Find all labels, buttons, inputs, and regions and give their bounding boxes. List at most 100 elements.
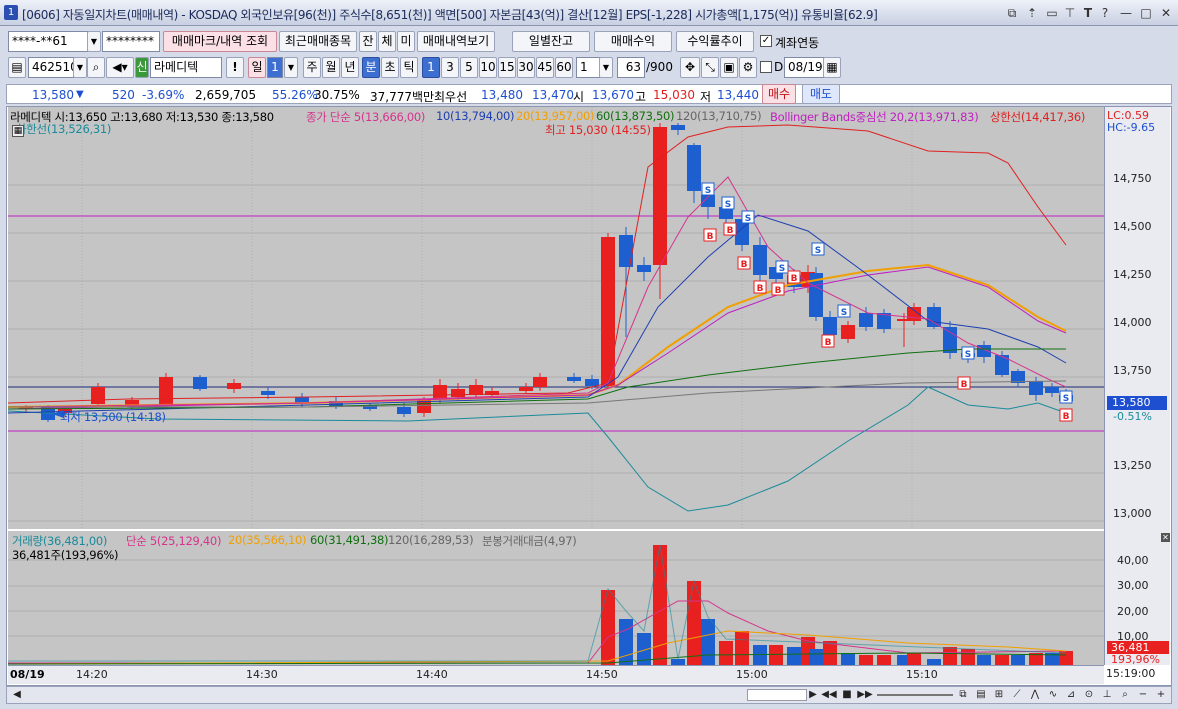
bid-price: 13,470 bbox=[532, 88, 574, 102]
balance-button[interactable]: 잔 bbox=[359, 31, 377, 52]
sell-button[interactable]: 매도 bbox=[802, 84, 840, 104]
date-d-label: D bbox=[774, 60, 784, 74]
y-label-14750: 14,750 bbox=[1113, 172, 1152, 185]
fib-icon[interactable]: ⋀ bbox=[1027, 687, 1043, 703]
period-weekly-button[interactable]: 주 bbox=[303, 57, 321, 78]
window-split-icon[interactable]: ▤ bbox=[973, 687, 989, 703]
period-tick-button[interactable]: 틱 bbox=[400, 57, 418, 78]
trade-history-button[interactable]: 매매내역보기 bbox=[417, 31, 495, 52]
chart-menu-icon[interactable]: ▤ bbox=[8, 57, 26, 78]
legend-bollinger: Bollinger Bands중심선 20,2(13,971,83) bbox=[770, 110, 979, 124]
period-yearly-button[interactable]: 년 bbox=[341, 57, 359, 78]
trade-mark-button[interactable]: 매매마크/내역 조회 bbox=[163, 31, 277, 52]
scale-icon[interactable]: ⊥ bbox=[1099, 687, 1115, 703]
save-icon[interactable]: ▣ bbox=[720, 57, 738, 78]
interval-10-button[interactable]: 10 bbox=[479, 57, 497, 78]
font-icon[interactable]: T bbox=[1080, 5, 1096, 21]
scroll-left-icon[interactable]: ◀ bbox=[9, 687, 25, 703]
legend-ma120: 120(13,710,75) bbox=[676, 109, 762, 123]
rewind-icon[interactable]: ◀◀ bbox=[821, 687, 837, 703]
price-plot[interactable]: SSSSSSSSBBBBBBBBB 라메디텍 시:13,650 고:13,680… bbox=[7, 107, 1104, 529]
buy-button[interactable]: 매수 bbox=[762, 84, 796, 104]
trend-line-icon[interactable]: ⟋ bbox=[1009, 687, 1025, 703]
account-link-checkbox[interactable]: ✓ bbox=[760, 35, 772, 47]
stop-icon[interactable]: ■ bbox=[839, 687, 855, 703]
alert-button[interactable]: ! bbox=[226, 57, 244, 78]
period-monthly-button[interactable]: 월 bbox=[322, 57, 340, 78]
date-input[interactable]: 08/19 bbox=[784, 57, 824, 78]
interval-30-button[interactable]: 30 bbox=[517, 57, 535, 78]
gear-icon[interactable]: ⚙ bbox=[739, 57, 757, 78]
zoom-slider[interactable] bbox=[877, 694, 953, 696]
crosshair-icon[interactable]: ✥ bbox=[680, 57, 700, 78]
turnover-rate: 30.75% bbox=[314, 88, 360, 102]
interval-count-input[interactable]: 1 bbox=[576, 57, 600, 78]
magnify-icon[interactable]: ⌕ bbox=[1117, 687, 1133, 703]
interval-5-button[interactable]: 5 bbox=[460, 57, 478, 78]
calendar-icon[interactable]: ▦ bbox=[823, 57, 841, 78]
bar-count-input[interactable]: 63 bbox=[617, 57, 645, 78]
trade-profit-button[interactable]: 매매수익 bbox=[594, 31, 672, 52]
grid-table-icon[interactable]: ▦ bbox=[12, 125, 24, 137]
scroll-thumb[interactable] bbox=[747, 689, 807, 701]
interval-60-button[interactable]: 60 bbox=[555, 57, 573, 78]
window-icon[interactable]: ▭ bbox=[1044, 5, 1060, 21]
candle-down bbox=[637, 265, 651, 272]
wave-icon[interactable]: ∿ bbox=[1045, 687, 1061, 703]
push-pin-icon[interactable]: ⊤ bbox=[1062, 5, 1078, 21]
zoom-out-icon[interactable]: − bbox=[1135, 687, 1151, 703]
fast-forward-icon[interactable]: ▶▶ bbox=[857, 687, 873, 703]
account-input[interactable]: ****-**61 bbox=[8, 31, 88, 52]
layout-icon[interactable]: ⧉ bbox=[955, 687, 971, 703]
close-icon[interactable]: ✕ bbox=[1158, 5, 1174, 21]
daily-count-input[interactable]: 1 bbox=[267, 57, 283, 78]
legend-upper-band: 상한선(14,417,36) bbox=[990, 110, 1086, 124]
recent-trades-button[interactable]: 최근매매종목 bbox=[279, 31, 357, 52]
vol-y-label-30: 30,00 bbox=[1117, 579, 1149, 592]
stock-code-input[interactable]: 462510 bbox=[28, 57, 74, 78]
help-icon[interactable]: ? bbox=[1097, 5, 1113, 21]
code-dropdown-icon[interactable]: ▼ bbox=[73, 57, 87, 78]
candle-down bbox=[943, 327, 957, 353]
interval-45-button[interactable]: 45 bbox=[536, 57, 554, 78]
vol-legend-amount: 분봉거래대금(4,97) bbox=[482, 534, 577, 548]
period-second-button[interactable]: 초 bbox=[381, 57, 399, 78]
select-icon[interactable]: ⊞ bbox=[991, 687, 1007, 703]
date-checkbox[interactable] bbox=[760, 61, 772, 73]
filled-button[interactable]: 체 bbox=[378, 31, 396, 52]
ruler-icon[interactable]: ⊿ bbox=[1063, 687, 1079, 703]
volume-plot[interactable]: 거래량(36,481,00) 단순 5(25,129,40) 20(35,566… bbox=[7, 531, 1104, 665]
price-change: 520 bbox=[112, 88, 135, 102]
volume-bar bbox=[787, 647, 801, 665]
volume-pct-tag: 193,96% bbox=[1111, 653, 1160, 666]
buy-marker-label: B bbox=[825, 338, 832, 348]
unfilled-button[interactable]: 미 bbox=[397, 31, 415, 52]
interval-1-button[interactable]: 1 bbox=[422, 57, 440, 78]
bottom-scrollbar[interactable]: ◀ ▶ ◀◀ ■ ▶▶ ⧉ ▤ ⊞ ⟋ ⋀ ∿ ⊿ ⊙ ⊥ ⌕ − + bbox=[6, 686, 1172, 704]
interval-15-button[interactable]: 15 bbox=[498, 57, 516, 78]
sell-marker-label: S bbox=[779, 264, 785, 274]
interval-3-button[interactable]: 3 bbox=[441, 57, 459, 78]
magnet-icon[interactable]: ⊙ bbox=[1081, 687, 1097, 703]
line-tool-icon[interactable]: ⤡ bbox=[701, 57, 719, 78]
pane-close-icon[interactable]: ✕ bbox=[1161, 533, 1170, 542]
maximize-icon[interactable]: □ bbox=[1138, 5, 1154, 21]
volume-bar bbox=[619, 619, 633, 665]
period-daily-button[interactable]: 일 bbox=[248, 57, 266, 78]
volume-bar bbox=[769, 645, 783, 665]
link-icon[interactable]: ⧉ bbox=[1004, 5, 1020, 21]
interval-dropdown-icon[interactable]: ▼ bbox=[599, 57, 613, 78]
search-icon[interactable]: ⌕ bbox=[87, 57, 105, 78]
minimize-icon[interactable]: — bbox=[1118, 5, 1134, 21]
stock-name-field: 라메디텍 bbox=[150, 57, 222, 78]
account-dropdown-icon[interactable]: ▼ bbox=[87, 31, 101, 52]
speaker-icon[interactable]: ◀▾ bbox=[106, 57, 134, 78]
daily-balance-button[interactable]: 일별잔고 bbox=[512, 31, 590, 52]
scroll-right-icon[interactable]: ▶ bbox=[805, 687, 821, 703]
daily-count-dropdown-icon[interactable]: ▼ bbox=[284, 57, 298, 78]
zoom-in-icon[interactable]: + bbox=[1153, 687, 1169, 703]
return-trend-button[interactable]: 수익률추이 bbox=[676, 31, 754, 52]
password-input[interactable]: ******** bbox=[102, 31, 160, 52]
pin-icon[interactable]: ⇡ bbox=[1024, 5, 1040, 21]
period-minute-button[interactable]: 분 bbox=[362, 57, 380, 78]
